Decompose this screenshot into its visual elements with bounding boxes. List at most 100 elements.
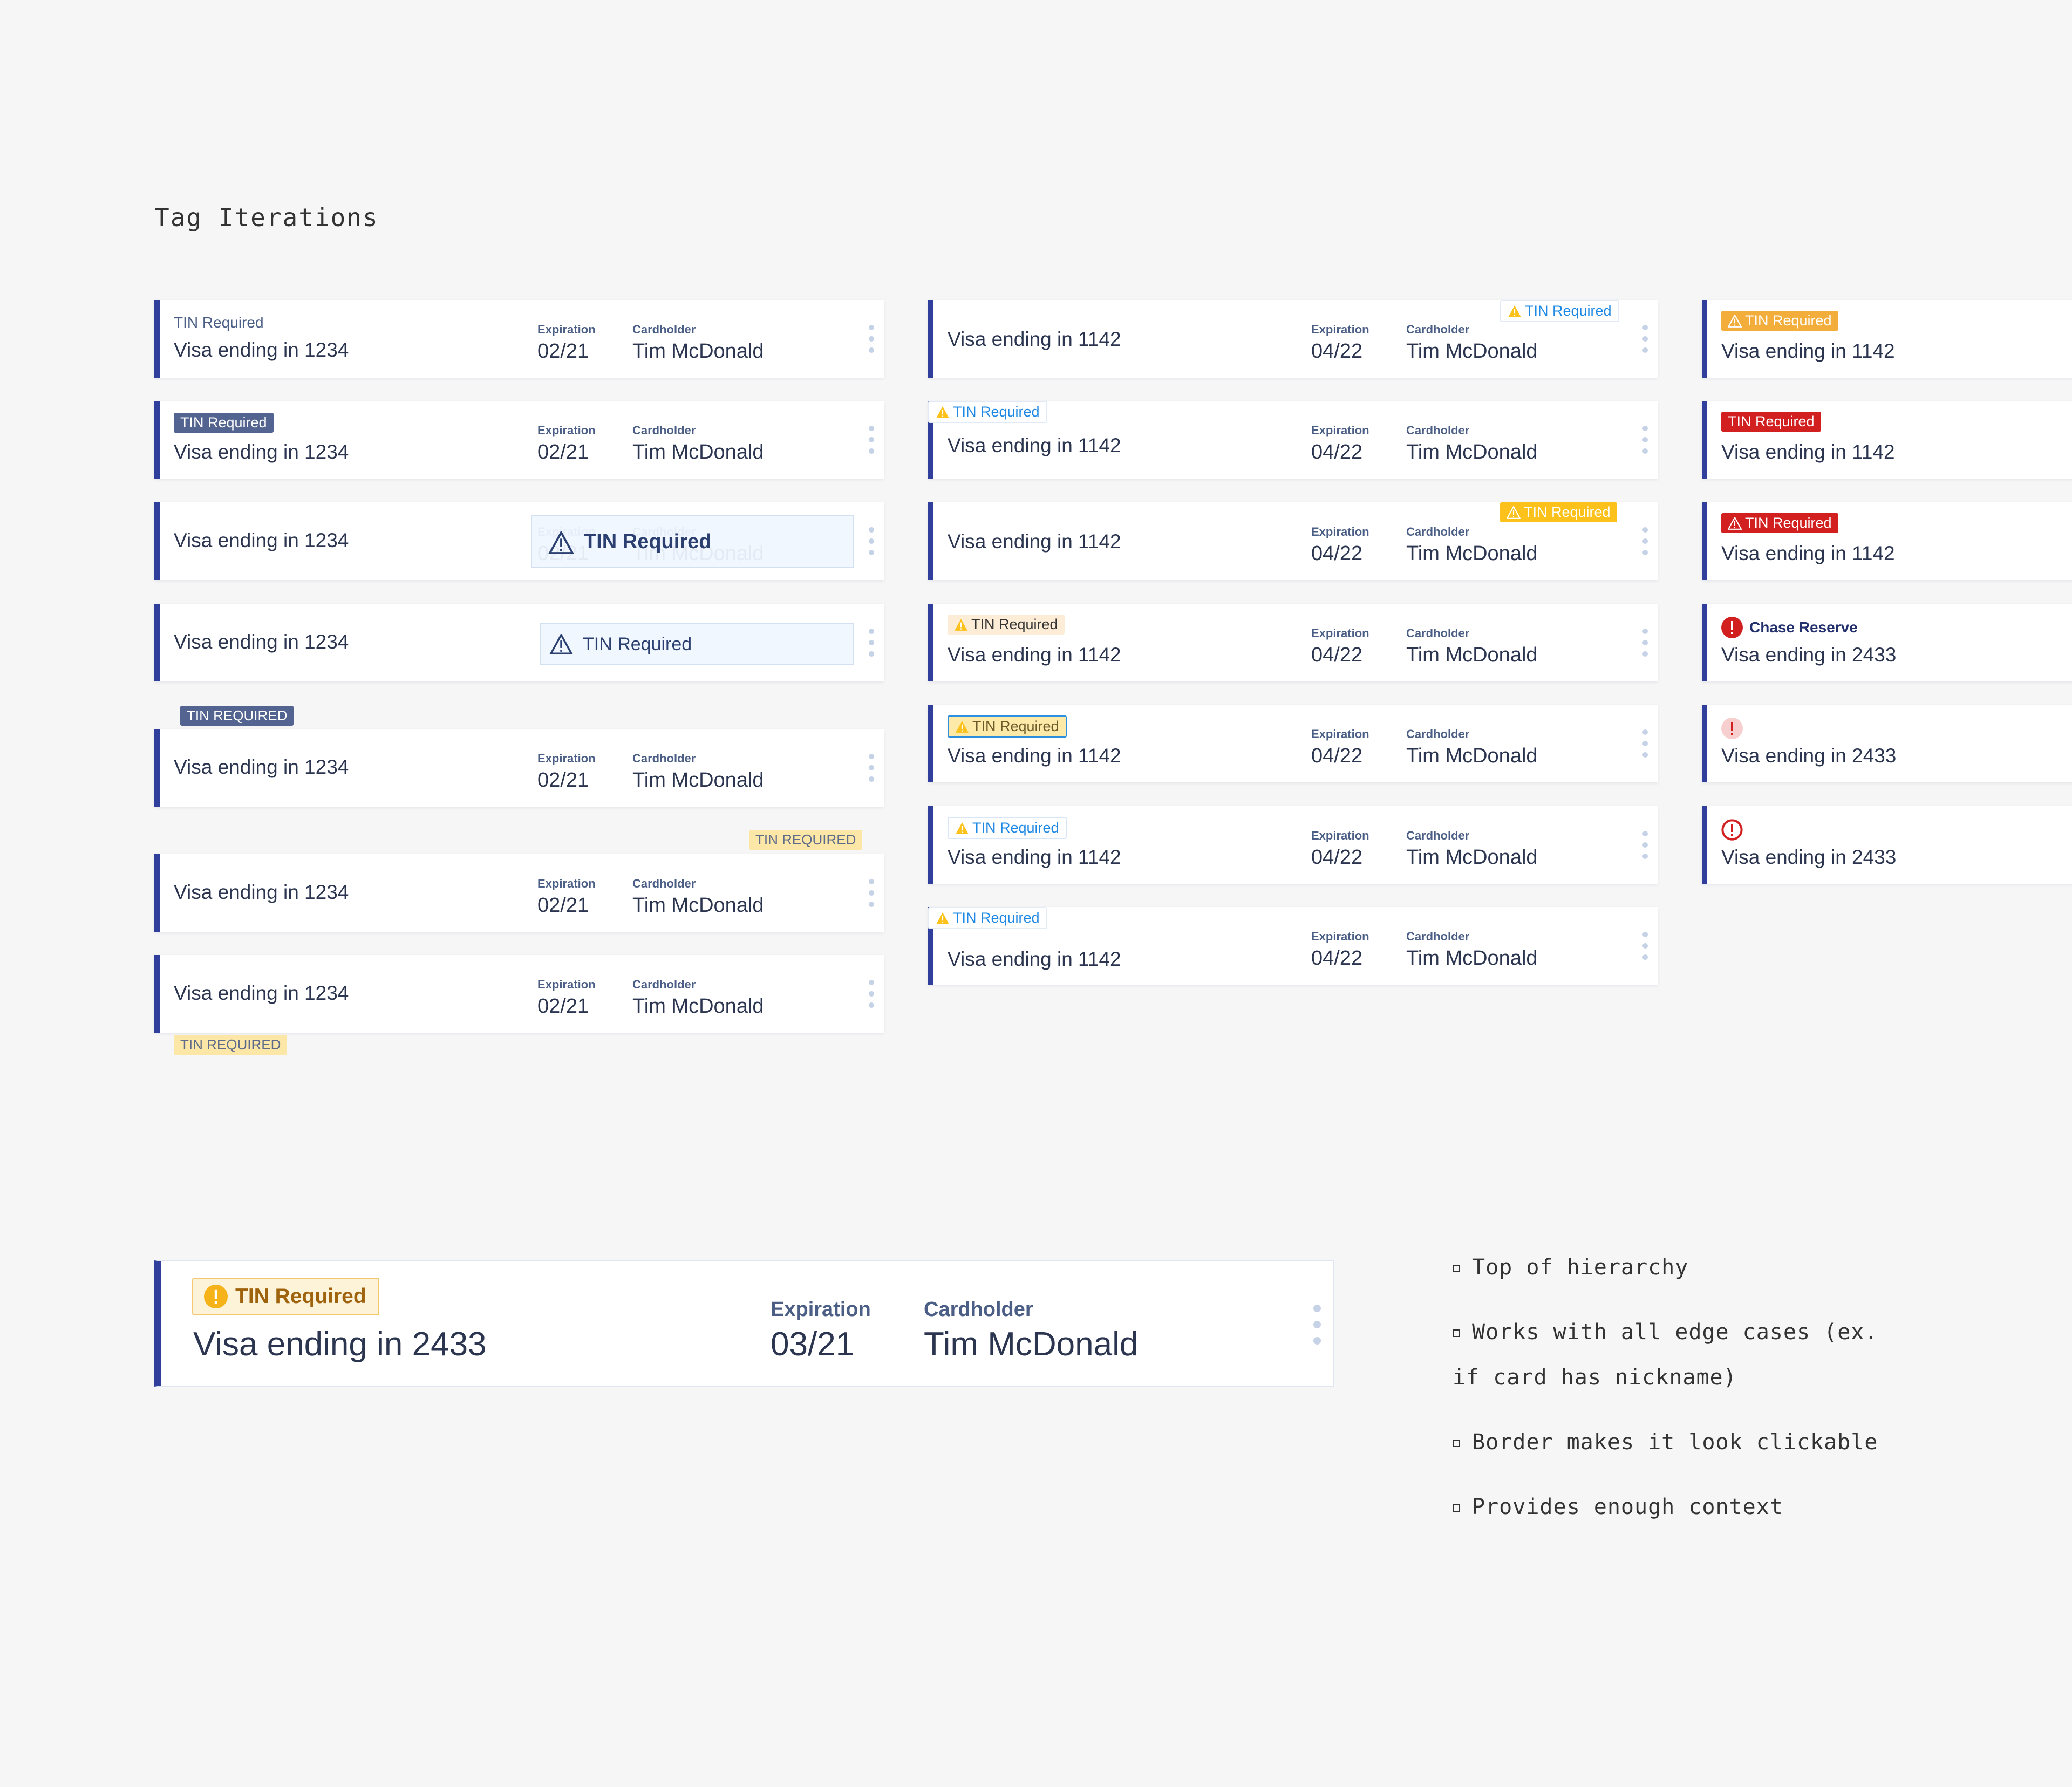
- card-c1-r6[interactable]: Visa ending in 1234 Expiration 02/21 Car…: [154, 854, 884, 932]
- more-menu-icon[interactable]: [1642, 629, 1648, 657]
- tin-label: TIN Required: [1745, 515, 1832, 531]
- final-card[interactable]: TIN Required Visa ending in 2433 Expirat…: [154, 1260, 1334, 1387]
- more-menu-icon[interactable]: [1313, 1305, 1321, 1345]
- card-c2-r2[interactable]: TIN Required Visa ending in 1142 Expirat…: [928, 401, 1658, 479]
- tin-tag: TIN Required: [928, 907, 1047, 929]
- bullet-icon: [1453, 1504, 1460, 1512]
- note-item: Border makes it look clickable: [1453, 1430, 1878, 1455]
- card-c2-r4[interactable]: TIN Required Visa ending in 1142 Expirat…: [928, 604, 1658, 681]
- more-menu-icon[interactable]: [869, 629, 874, 657]
- card-name: Visa ending in 2433: [193, 1326, 487, 1363]
- expiration-value: 04/22: [1311, 542, 1363, 565]
- tin-label: TIN Required: [583, 634, 692, 654]
- note-item: Top of hierarchy: [1453, 1255, 1688, 1280]
- card-c3-r2[interactable]: TIN Required Visa ending in 1142: [1702, 401, 2072, 479]
- tin-tag: TIN Required: [1500, 502, 1617, 522]
- cardholder-value: Tim McDonald: [1406, 644, 1538, 666]
- cardholder-label: Cardholder: [924, 1298, 1033, 1321]
- expiration-value: 02/21: [537, 340, 589, 363]
- more-menu-icon[interactable]: [869, 754, 874, 782]
- error-icon: [1721, 617, 1743, 638]
- cardholder-label: Cardholder: [632, 752, 696, 765]
- card-c3-r5[interactable]: Visa ending in 2433: [1702, 705, 2072, 782]
- tin-tag: TIN Required: [1500, 300, 1619, 322]
- warning-icon: [548, 531, 574, 554]
- tin-tag: TIN Required: [174, 413, 274, 433]
- tin-label: TIN Required: [235, 1285, 366, 1308]
- cardholder-value: Tim McDonald: [632, 995, 764, 1018]
- card-name: Visa ending in 1142: [948, 846, 1121, 868]
- card-name: Visa ending in 1234: [174, 756, 349, 778]
- more-menu-icon[interactable]: [869, 325, 874, 353]
- card-name: Visa ending in 1142: [948, 434, 1121, 456]
- expiration-label: Expiration: [1311, 829, 1369, 842]
- card-c3-r6[interactable]: Visa ending in 2433: [1702, 806, 2072, 884]
- cardholder-label: Cardholder: [632, 877, 696, 890]
- expiration-label: Expiration: [537, 323, 596, 336]
- card-c2-r3[interactable]: TIN Required Visa ending in 1142 Expirat…: [928, 502, 1658, 580]
- tin-label: TIN Required: [972, 820, 1059, 836]
- error-icon: [1721, 718, 1743, 739]
- tin-tag: TIN Required: [192, 1278, 379, 1315]
- cardholder-value: Tim McDonald: [1406, 745, 1538, 767]
- more-menu-icon[interactable]: [1642, 325, 1648, 353]
- card-name: Visa ending in 1234: [174, 881, 349, 903]
- card-c1-r4[interactable]: Visa ending in 1234 TIN Required: [154, 604, 884, 681]
- card-name: Visa ending in 1234: [174, 441, 349, 463]
- card-c2-r7[interactable]: TIN Required Visa ending in 1142 Expirat…: [928, 907, 1658, 985]
- card-c3-r3[interactable]: TIN Required Visa ending in 1142: [1702, 502, 2072, 580]
- tin-overlay-box: TIN Required: [531, 515, 854, 568]
- cardholder-value: Tim McDonald: [1406, 947, 1538, 970]
- note-continuation: if card has nickname): [1453, 1365, 1737, 1390]
- more-menu-icon[interactable]: [1642, 831, 1648, 859]
- card-c1-r7[interactable]: Visa ending in 1234 Expiration 02/21 Car…: [154, 955, 884, 1033]
- expiration-label: Expiration: [537, 978, 596, 991]
- note-item: Provides enough context: [1453, 1495, 1783, 1519]
- card-c3-r4[interactable]: Chase Reserve Visa ending in 2433: [1702, 604, 2072, 681]
- expiration-value: 04/22: [1311, 745, 1363, 767]
- card-name: Visa ending in 1142: [948, 745, 1121, 767]
- card-c2-r5[interactable]: TIN Required Visa ending in 1142 Expirat…: [928, 705, 1658, 782]
- tin-tag-above: TIN REQUIRED: [180, 706, 294, 726]
- card-c2-r6[interactable]: TIN Required Visa ending in 1142 Expirat…: [928, 806, 1658, 884]
- card-c1-r5[interactable]: Visa ending in 1234 Expiration 02/21 Car…: [154, 729, 884, 807]
- tin-tag: TIN Required: [948, 715, 1067, 738]
- card-c3-r1[interactable]: TIN Required Visa ending in 1142: [1702, 300, 2072, 378]
- warning-icon: [956, 822, 969, 834]
- note-item: Works with all edge cases (ex.: [1453, 1320, 1878, 1345]
- note-text: Border makes it look clickable: [1472, 1430, 1878, 1455]
- more-menu-icon[interactable]: [869, 980, 874, 1008]
- card-name: Visa ending in 1142: [948, 530, 1121, 553]
- expiration-label: Expiration: [1311, 626, 1369, 640]
- expiration-value: 04/22: [1311, 644, 1363, 666]
- more-menu-icon[interactable]: [1642, 729, 1648, 758]
- card-c1-r3[interactable]: Visa ending in 1234 Expiration 02/21 Car…: [154, 502, 884, 580]
- card-c2-r1[interactable]: TIN Required Visa ending in 1142 Expirat…: [928, 300, 1658, 378]
- tin-tag: TIN Required: [1721, 311, 1838, 331]
- more-menu-icon[interactable]: [869, 527, 874, 555]
- card-name: Visa ending in 2433: [1721, 644, 1897, 666]
- card-name: Visa ending in 1234: [174, 529, 349, 551]
- warning-icon: [1727, 313, 1742, 328]
- cardholder-label: Cardholder: [632, 978, 696, 991]
- more-menu-icon[interactable]: [1642, 527, 1648, 555]
- expiration-value: 04/22: [1311, 947, 1363, 970]
- cardholder-value: Tim McDonald: [1406, 441, 1538, 463]
- expiration-label: Expiration: [537, 752, 596, 765]
- tin-label: TIN Required: [1745, 312, 1832, 329]
- more-menu-icon[interactable]: [869, 879, 874, 907]
- card-c1-r2[interactable]: TIN Required Visa ending in 1234 Expirat…: [154, 401, 884, 479]
- more-menu-icon[interactable]: [869, 426, 874, 454]
- card-c1-r1[interactable]: TIN Required Visa ending in 1234 Expirat…: [154, 300, 884, 378]
- expiration-value: 02/21: [537, 769, 589, 792]
- more-menu-icon[interactable]: [1642, 932, 1648, 960]
- card-name: Visa ending in 1234: [174, 339, 349, 361]
- cardholder-value: Tim McDonald: [1406, 542, 1538, 565]
- warning-icon: [1508, 305, 1521, 317]
- tin-label: TIN Required: [584, 530, 712, 553]
- cardholder-value: Tim McDonald: [632, 769, 764, 792]
- warning-icon: [549, 634, 573, 654]
- cardholder-label: Cardholder: [1406, 626, 1470, 640]
- more-menu-icon[interactable]: [1642, 426, 1648, 454]
- tin-tag-above-right: TIN REQUIRED: [749, 830, 863, 850]
